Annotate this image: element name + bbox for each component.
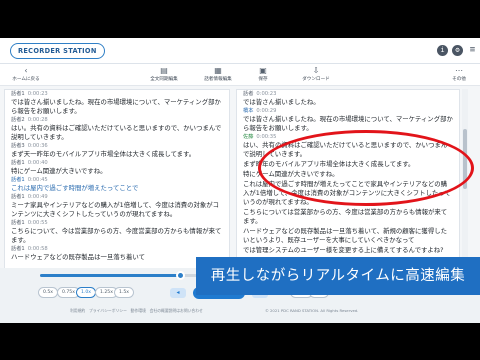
speaker-name[interactable]: 話者3 (11, 143, 25, 149)
speaker-line[interactable]: 話者1 0:00:45 (11, 177, 223, 184)
speed-button[interactable]: 1.5x (114, 287, 135, 298)
speaker-line[interactable]: 話者1 0:00:58 (11, 246, 223, 253)
transcript-segment[interactable]: 話者1 0:00:55 こちらについて、今は営業部からの方、今度営業部の方からも情報… (5, 219, 229, 245)
timecode[interactable]: 0:00:23 (256, 91, 276, 97)
progress-knob[interactable] (176, 271, 185, 280)
highlight-annotation (258, 130, 474, 206)
transcript-segment[interactable]: 話者 0:00:23 では皆さん揃いましたね。 (237, 90, 459, 107)
speaker-name[interactable]: 話者1 (11, 160, 25, 166)
segment-text[interactable]: では皆さん揃いましたね。 (243, 98, 453, 107)
footer-links[interactable]: 利用規約 プライバシーポリシー 動作環境 会社の概要説明はお問い合わせ (70, 308, 203, 314)
segment-text[interactable]: こちらについて、今は営業部からの方、今度営業部の方からも情報が来てます。 (11, 227, 223, 245)
document-icon: ▤ (160, 66, 168, 75)
timecode[interactable]: 0:00:40 (28, 160, 48, 166)
transcript-segment[interactable]: 話者1 0:00:45 これは屋内で過ごす時間が増えたってことで (5, 176, 229, 193)
segment-text[interactable]: はい。共有の資料はご確認いただけていると思いますので、かいつまんで説明していきま… (11, 124, 223, 142)
save-icon: ▣ (259, 66, 267, 75)
speaker-line[interactable]: 話者2 0:00:28 (11, 117, 223, 124)
speed-button[interactable]: 0.5x (38, 287, 59, 298)
transcript-segment[interactable]: ハードウェアなどの既存製品は一旦落ち着いて、新規の顧客に獲得したいというより、既… (237, 226, 459, 245)
speaker-line[interactable]: 話者1 0:00:55 (11, 220, 223, 227)
tool-label: 話者情報編集 (204, 77, 232, 82)
timecode[interactable]: 0:00:29 (256, 108, 276, 114)
speaker-name[interactable]: 話者1 (11, 91, 25, 97)
speaker-name[interactable]: 話者2 (11, 117, 25, 123)
timecode[interactable]: 0:00:58 (28, 246, 48, 252)
tool-full-sync-edit[interactable]: ▤ 全文同期編集 (142, 66, 186, 83)
speaker-line[interactable]: 話者1 0:00:23 (11, 91, 223, 98)
speaker-name[interactable]: 話者1 (11, 220, 25, 226)
speaker-name[interactable]: 話者 (243, 91, 253, 97)
transcript-segment[interactable]: 話者2 0:00:28 はい。共有の資料はご確認いただけていると思いますので、かいつ… (5, 116, 229, 142)
transcript-segment[interactable]: 話者1 0:00:49 ミーナ家具やインテリアなどの購入が1倍増して、今度は消費の対… (5, 193, 229, 219)
segment-text[interactable]: これは屋内で過ごす時間が増えたってことで (11, 184, 223, 193)
info-icon[interactable]: i (437, 45, 448, 56)
footer-copyright: © 2021 PDC RAND STATION. All Rights Rese… (265, 308, 359, 313)
tool-label: 保存 (258, 77, 268, 82)
segment-text[interactable]: ハードウェアなどの既存製品は一旦落ち着いて (11, 253, 223, 262)
segment-text[interactable]: ミーナ家具やインテリアなどの購入が1倍増して、今度は消費の対象がコンテンツに大き… (11, 201, 223, 219)
timecode[interactable]: 0:00:55 (28, 220, 48, 226)
menu-icon[interactable]: ≡ (467, 45, 478, 56)
video-frame: RECORDER STATION i ⚙ ≡ ‹ ホームに戻る ▤ 全文同期編集… (0, 0, 480, 360)
timecode[interactable]: 0:00:49 (28, 194, 48, 200)
segment-text[interactable]: では管理システムのユーザー様を変更する上に備えてするんですよね? (243, 246, 453, 255)
segment-text[interactable]: ハードウェアなどの既存製品は一旦落ち着いて、新規の顧客に獲得したいというより、既… (243, 227, 453, 245)
transcript-segment[interactable]: こちらについては営業部からの方、今度は営業部の方からも情報が来てます。 (237, 207, 459, 226)
app-header: RECORDER STATION i ⚙ ≡ (0, 38, 480, 64)
tool-label: ダウンロード (302, 77, 330, 82)
transcript-segment[interactable]: では管理システムのユーザー様を変更する上に備えてするんですよね? (237, 245, 459, 255)
speaker-line[interactable]: 話者1 0:00:49 (11, 194, 223, 201)
back-button[interactable]: ‹ ホームに戻る (6, 66, 46, 83)
speaker-name[interactable]: 橋本 (243, 108, 253, 114)
app-logo[interactable]: RECORDER STATION (10, 43, 105, 59)
toolbar: ‹ ホームに戻る ▤ 全文同期編集 ▦ 話者情報編集 ▣ 保存 ⇩ ダウンロード… (0, 64, 480, 86)
tool-save[interactable]: ▣ 保存 (250, 66, 276, 83)
chevron-left-icon: ‹ (24, 66, 28, 75)
timecode[interactable]: 0:00:28 (28, 117, 48, 123)
download-icon: ⇩ (312, 66, 320, 75)
tool-more[interactable]: ⋯ その他 (446, 66, 472, 83)
tool-label: その他 (452, 77, 466, 82)
caption-banner: 再生しながらリアルタイムに高速編集 (196, 257, 480, 295)
timecode[interactable]: 0:00:35 (256, 134, 276, 140)
transcript-segment[interactable]: 話者3 0:00:36 まず天一昨年のモバイルアプリ市場全体は大きく成長してます。 (5, 142, 229, 159)
speaker-line[interactable]: 橋本 0:00:29 (243, 108, 453, 115)
speed-button[interactable]: 1.0x (76, 287, 97, 298)
segment-text[interactable]: 特にゲーム関連が大きいですね。 (11, 167, 223, 176)
speaker-line[interactable]: 話者3 0:00:36 (11, 143, 223, 150)
tool-label: 全文同期編集 (150, 77, 178, 82)
speaker-name[interactable]: 話者1 (11, 194, 25, 200)
tool-speaker-edit[interactable]: ▦ 話者情報編集 (196, 66, 240, 83)
speaker-name[interactable]: 話者1 (11, 246, 25, 252)
back-label: ホームに戻る (12, 77, 40, 82)
progress-fill (40, 274, 180, 277)
edit-icon: ▦ (214, 66, 222, 75)
transcript-segment[interactable]: 話者1 0:00:40 特にゲーム関連が大きいですね。 (5, 159, 229, 176)
timecode[interactable]: 0:00:45 (28, 177, 48, 183)
speaker-line[interactable]: 話者 0:00:23 (243, 91, 453, 98)
segment-text[interactable]: まず天一昨年のモバイルアプリ市場全体は大きく成長してます。 (11, 150, 223, 159)
speaker-name[interactable]: 話者1 (11, 177, 25, 183)
transcript-segment[interactable]: 話者1 0:00:23 では皆さん揃いましたね。現在の市場環境について、マーケティン… (5, 90, 229, 116)
rewind-button[interactable]: ◂ (170, 288, 186, 298)
timecode[interactable]: 0:00:36 (28, 143, 48, 149)
timecode[interactable]: 0:00:23 (28, 91, 48, 97)
tool-download[interactable]: ⇩ ダウンロード (296, 66, 336, 83)
speaker-name[interactable]: 佐藤 (243, 134, 253, 140)
segment-text[interactable]: こちらについては営業部からの方、今度は営業部の方からも情報が来てます。 (243, 208, 453, 226)
segment-text[interactable]: では皆さん揃いましたね。現在の市場環境について、マーケティング部から報告をお願い… (11, 98, 223, 116)
more-icon: ⋯ (455, 66, 463, 75)
user-icon[interactable]: ⚙ (452, 45, 463, 56)
speaker-line[interactable]: 話者1 0:00:40 (11, 160, 223, 167)
transcript-segment[interactable]: 橋本 0:00:29 では皆さん揃いましたね。現在の市場環境について、マーケティング… (237, 107, 459, 133)
